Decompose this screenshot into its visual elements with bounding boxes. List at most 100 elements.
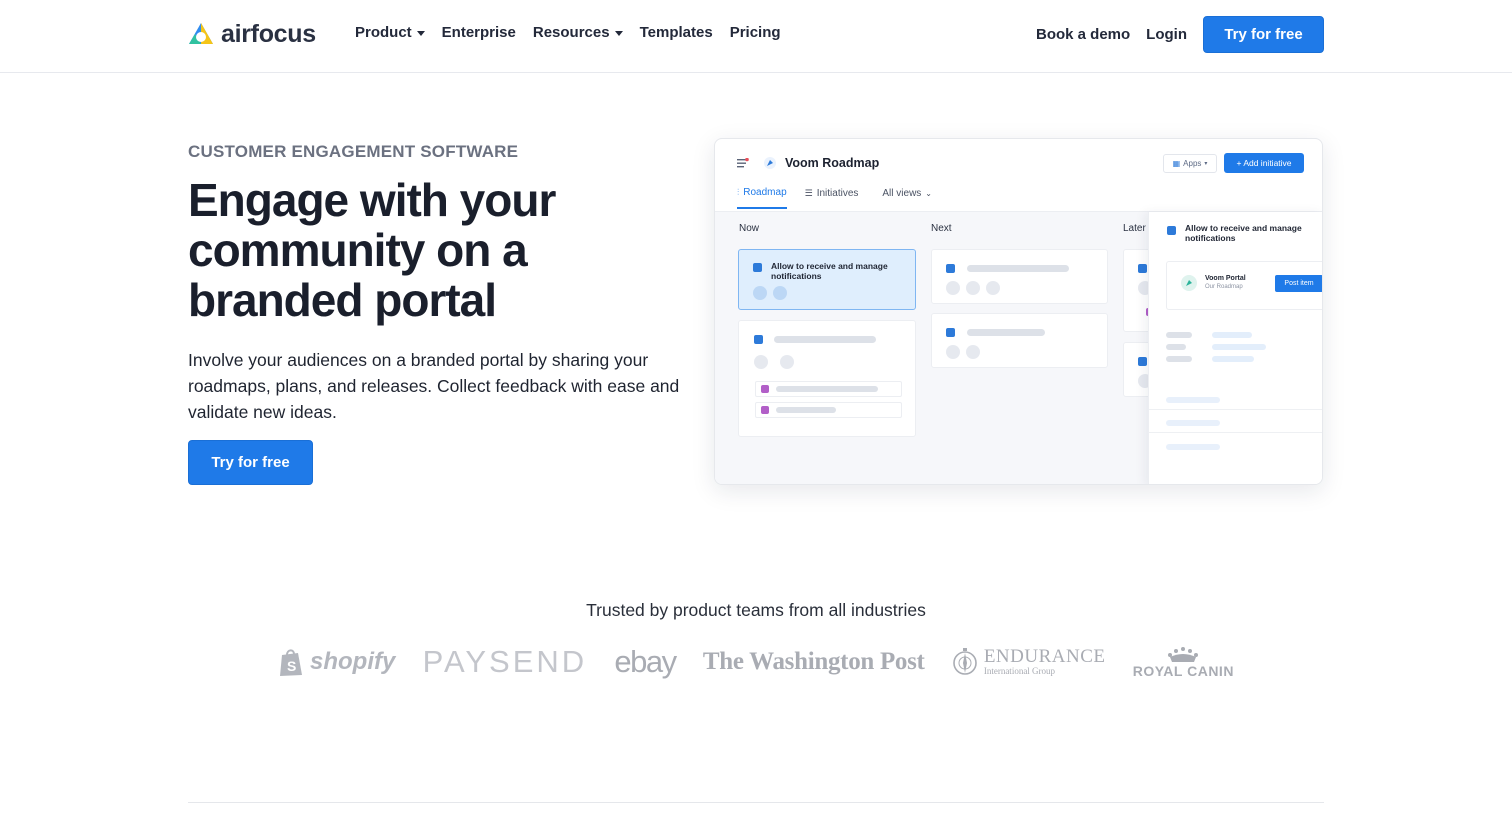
avatar-placeholder xyxy=(966,345,980,359)
item-detail-panel: Allow to receive and manage notification… xyxy=(1148,212,1322,484)
avatar-placeholder xyxy=(753,286,767,300)
crown-icon xyxy=(1168,646,1199,662)
sub-item-icon xyxy=(761,406,769,414)
paysend-logo: PAYSEND xyxy=(423,644,588,680)
add-initiative-button: + Add initiative xyxy=(1224,153,1304,173)
card-type-icon xyxy=(946,328,955,337)
brand-name: airfocus xyxy=(221,19,316,48)
rocket-icon xyxy=(764,157,776,169)
endurance-subtitle: International Group xyxy=(983,666,1056,676)
avatar-placeholder xyxy=(946,345,960,359)
card-type-icon xyxy=(1167,226,1176,235)
hero-try-for-free-button[interactable]: Try for free xyxy=(188,440,313,485)
panel-title: Allow to receive and manage notification… xyxy=(1185,223,1302,243)
chevron-down-icon xyxy=(614,31,623,36)
text-placeholder xyxy=(1166,344,1186,350)
text-placeholder xyxy=(776,386,878,392)
nav-actions: Book a demo Login Try for free xyxy=(1036,16,1324,53)
royal-canin-wordmark: ROYAL CANIN xyxy=(1132,662,1234,679)
endurance-wordmark: ENDURANCE International Group xyxy=(983,646,1106,676)
chevron-down-icon xyxy=(416,31,425,36)
text-placeholder xyxy=(1166,420,1220,426)
sub-item-row xyxy=(755,402,902,418)
text-placeholder xyxy=(1166,332,1192,338)
card-type-icon xyxy=(754,335,763,344)
avatar-placeholder xyxy=(754,355,768,369)
text-placeholder xyxy=(967,265,1069,272)
text-placeholder xyxy=(1166,356,1192,362)
nav-item-templates[interactable]: Templates xyxy=(640,24,713,41)
roadmap-card xyxy=(738,320,916,437)
avatar-placeholder xyxy=(966,281,980,295)
divider xyxy=(1149,409,1322,410)
tab-label: Initiatives xyxy=(816,188,859,199)
list-icon: ☰ xyxy=(804,188,813,198)
nav-item-label: Enterprise xyxy=(441,24,516,41)
airfocus-logo-icon xyxy=(189,22,213,44)
compass-icon xyxy=(953,648,977,675)
card-type-icon xyxy=(753,263,762,272)
chevron-down-icon: ▾ xyxy=(1204,161,1208,167)
menu-icon xyxy=(737,158,749,168)
grid-icon: ▦ xyxy=(1172,159,1181,168)
hero-subtext: Involve your audiences on a branded port… xyxy=(188,350,680,422)
nav-item-resources[interactable]: Resources xyxy=(533,24,623,41)
svg-text:S: S xyxy=(287,658,296,674)
text-placeholder xyxy=(1166,397,1220,403)
nav-item-product[interactable]: Product xyxy=(355,24,425,41)
main-nav: Product Enterprise Resources Templates P… xyxy=(355,24,781,41)
try-for-free-button[interactable]: Try for free xyxy=(1203,16,1324,53)
endurance-logo: ENDURANCE International Group xyxy=(952,646,1106,676)
text-placeholder xyxy=(967,329,1045,336)
roadmap-card xyxy=(931,313,1108,368)
tab-initiatives: ☰ Initiatives xyxy=(805,187,859,209)
roadmap-icon: ⫶ xyxy=(737,187,740,197)
avatar-placeholder xyxy=(773,286,787,300)
tab-all-views: All views ⌄ xyxy=(882,187,932,209)
sub-item-icon xyxy=(761,385,769,393)
post-item-button: Post item xyxy=(1275,275,1322,292)
roadmap-board: Now Next Later Allow to receive and mana… xyxy=(715,212,1163,484)
tab-label: All views xyxy=(882,188,922,199)
apps-label: Apps xyxy=(1183,159,1202,168)
nav-item-pricing[interactable]: Pricing xyxy=(730,24,781,41)
text-placeholder xyxy=(1212,332,1252,338)
sub-item-row xyxy=(755,381,902,397)
avatar-placeholder xyxy=(780,355,794,369)
portal-subtitle: Our Roadmap xyxy=(1205,284,1243,290)
paysend-wordmark: PAYSEND xyxy=(422,644,588,679)
nav-item-enterprise[interactable]: Enterprise xyxy=(442,24,516,41)
nav-item-label: Templates xyxy=(639,24,713,41)
login-link[interactable]: Login xyxy=(1146,26,1187,43)
trusted-by-heading: Trusted by product teams from all indust… xyxy=(586,600,926,620)
brand-logo[interactable]: airfocus xyxy=(188,19,316,49)
text-placeholder xyxy=(1166,444,1220,450)
nav-item-label: Pricing xyxy=(729,24,781,41)
top-navigation: airfocus Product Enterprise Resources Te… xyxy=(0,0,1512,73)
mockup-header: Voom Roadmap xyxy=(737,156,879,170)
portal-name: Voom Portal xyxy=(1205,275,1246,282)
tab-roadmap: ⫶ Roadmap xyxy=(737,187,787,209)
divider xyxy=(1149,432,1322,433)
text-placeholder xyxy=(1212,356,1254,362)
text-placeholder xyxy=(1212,344,1266,350)
book-demo-link[interactable]: Book a demo xyxy=(1036,26,1130,43)
card-type-icon xyxy=(1138,357,1147,366)
mockup-tabs: ⫶ Roadmap ☰ Initiatives All views ⌄ xyxy=(737,187,932,209)
chevron-down-icon: ⌄ xyxy=(925,189,932,198)
card-type-icon xyxy=(1138,264,1147,273)
washington-post-wordmark: The Washington Post xyxy=(702,648,925,675)
avatar-placeholder xyxy=(986,281,1000,295)
endurance-name: ENDURANCE xyxy=(983,646,1106,667)
column-now-label: Now xyxy=(739,223,760,234)
washington-post-logo: The Washington Post xyxy=(703,648,925,676)
ebay-wordmark: ebay xyxy=(614,644,677,679)
portal-icon xyxy=(1181,275,1197,291)
customer-logos: S shopify PAYSEND ebay The Washington Po… xyxy=(278,640,1234,684)
roadmap-card xyxy=(931,249,1108,304)
tab-label: Roadmap xyxy=(743,187,787,198)
apps-button: ▦ Apps ▾ xyxy=(1163,154,1217,173)
mockup-title: Voom Roadmap xyxy=(785,156,880,170)
hero-eyebrow: CUSTOMER ENGAGEMENT SOFTWARE xyxy=(188,142,519,161)
column-next-label: Next xyxy=(931,223,952,234)
